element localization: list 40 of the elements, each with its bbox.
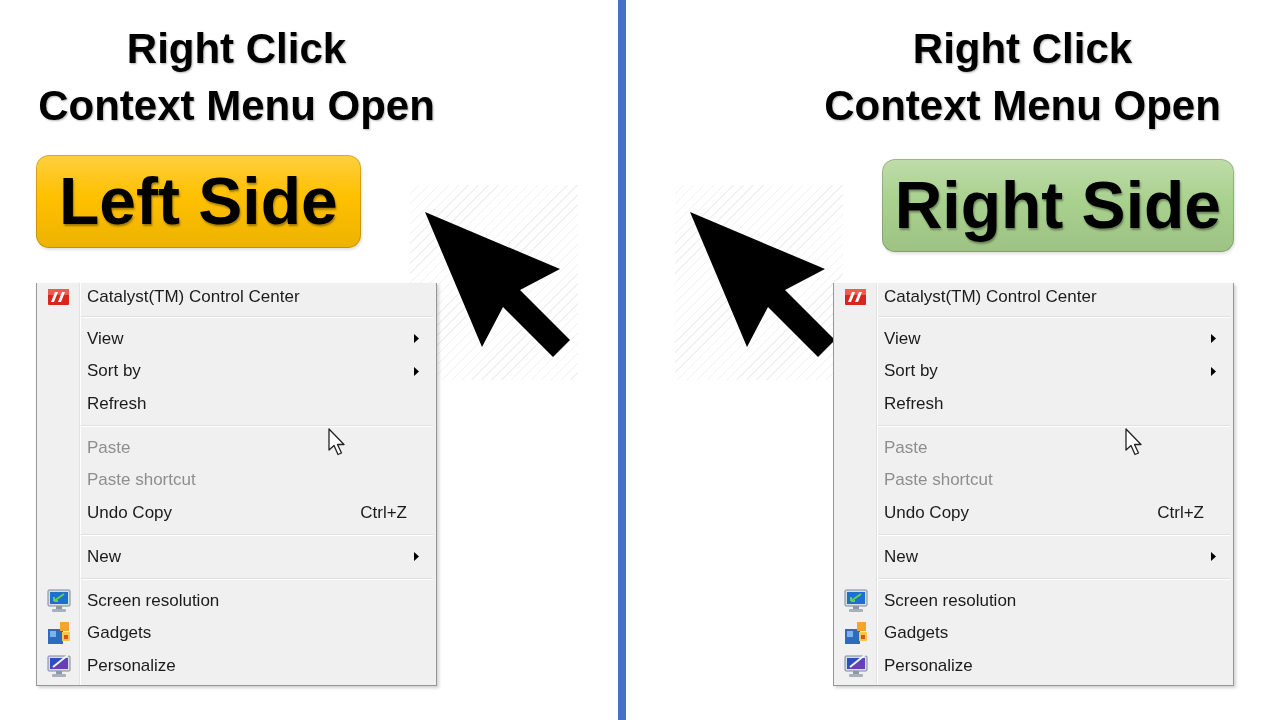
caret-icon [1211, 334, 1216, 344]
heading: Right Click Context Menu Open [823, 24, 1222, 131]
gadget-tiles-icon [46, 621, 71, 646]
menu-item[interactable]: Personalize [834, 649, 1233, 682]
cursor-arrow-icon [690, 212, 835, 357]
menu-item[interactable]: Catalyst(TM) Control Center [37, 283, 436, 311]
monitor-brush-icon [843, 653, 868, 678]
cursor-arrow-icon [425, 212, 570, 357]
monitor-brush-icon [46, 653, 71, 678]
menu-item[interactable]: Catalyst(TM) Control Center [834, 283, 1233, 311]
side-badge: Left Side [36, 155, 361, 248]
menu-item[interactable]: Undo Copy Ctrl+Z [834, 496, 1233, 529]
caret-icon [1211, 366, 1216, 376]
logo-icon [48, 289, 69, 305]
menu-item[interactable]: Undo Copy Ctrl+Z [37, 496, 436, 529]
heading: Right Click Context Menu Open [37, 24, 436, 131]
menu-item[interactable]: Screen resolution [37, 584, 436, 617]
menu-item[interactable]: Screen resolution [834, 584, 1233, 617]
menu-item[interactable]: Personalize [37, 649, 436, 682]
caret-icon [414, 552, 419, 562]
menu-item[interactable]: Refresh [37, 387, 436, 420]
monitor-icon [843, 588, 868, 613]
menu-item[interactable]: New [37, 540, 436, 573]
menu-item[interactable]: New [834, 540, 1233, 573]
menu-item[interactable]: Refresh [834, 387, 1233, 420]
caret-icon [414, 366, 419, 376]
caret-icon [1211, 552, 1216, 562]
side-badge: Right Side [881, 159, 1234, 252]
menu-item[interactable]: View [834, 322, 1233, 355]
caret-icon [414, 334, 419, 344]
menu-item[interactable]: Gadgets [37, 617, 436, 650]
mouse-pointer-icon [328, 428, 346, 456]
logo-icon [845, 289, 866, 305]
gadget-tiles-icon [843, 621, 868, 646]
menu-item[interactable]: Sort by [834, 355, 1233, 388]
mouse-pointer-icon [1125, 428, 1143, 456]
menu-item[interactable]: Sort by [37, 355, 436, 388]
menu-item[interactable]: Gadgets [834, 617, 1233, 650]
monitor-icon [46, 588, 71, 613]
menu-item[interactable]: View [37, 322, 436, 355]
